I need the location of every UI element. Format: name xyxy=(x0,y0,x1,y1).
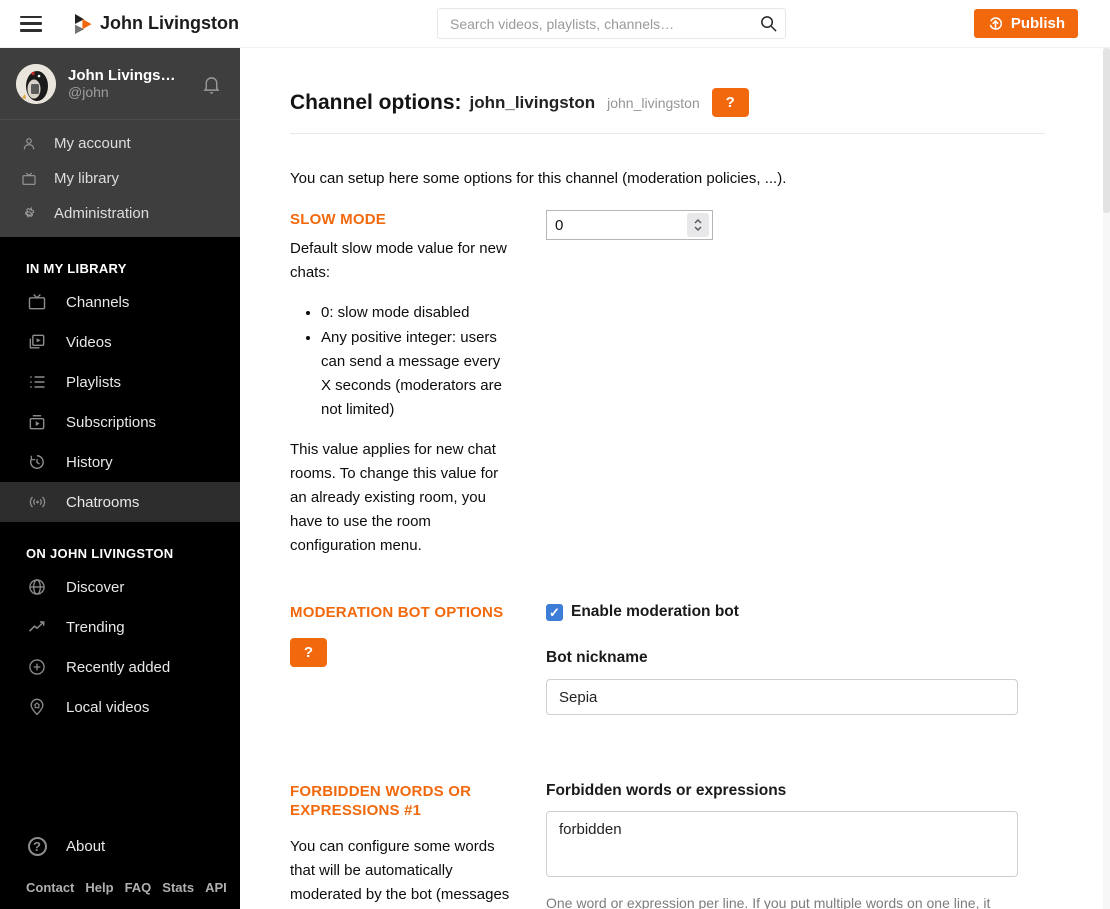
footer-link-help[interactable]: Help xyxy=(85,880,113,895)
publish-label: Publish xyxy=(1010,15,1065,32)
tv-icon xyxy=(26,292,48,312)
number-spinner[interactable] xyxy=(687,213,709,237)
bot-nickname-label: Bot nickname xyxy=(546,649,648,666)
sidebar-item-my-library[interactable]: My library xyxy=(0,161,240,196)
slow-mode-value: 0 xyxy=(555,216,564,234)
subscriptions-icon xyxy=(26,412,48,432)
channel-name: john_livingston xyxy=(469,92,596,112)
sidebar-item-trending[interactable]: Trending xyxy=(0,607,240,647)
sidebar: John Livingston @john My account My libr… xyxy=(0,48,240,909)
sidebar-item-my-account[interactable]: My account xyxy=(0,126,240,161)
upload-icon xyxy=(987,15,1004,32)
slow-mode-bullets: 0: slow mode disabled Any positive integ… xyxy=(290,301,514,422)
home-pin-icon xyxy=(26,697,48,717)
sidebar-item-label: Playlists xyxy=(66,373,122,391)
sidebar-item-label: Recently added xyxy=(66,658,171,676)
user-display-name: John Livingston xyxy=(68,67,180,84)
sidebar-item-subscriptions[interactable]: Subscriptions xyxy=(0,402,240,442)
history-clock-icon xyxy=(26,452,48,472)
sidebar-item-recently-added[interactable]: Recently added xyxy=(0,647,240,687)
sidebar-item-label: My account xyxy=(54,135,131,152)
intro-text: You can setup here some options for this… xyxy=(290,170,787,187)
question-circle-icon: ? xyxy=(26,836,48,856)
sidebar-item-label: Discover xyxy=(66,578,125,596)
sidebar-item-local-videos[interactable]: Local videos xyxy=(0,687,240,727)
sidebar-item-label: My library xyxy=(54,170,120,187)
channel-help-button[interactable]: ? xyxy=(711,88,749,117)
channel-handle: john_livingston xyxy=(607,94,700,111)
user-menu[interactable]: John Livingston @john xyxy=(0,48,240,120)
enable-bot-checkbox[interactable]: ✓ xyxy=(546,603,563,621)
menu-toggle-icon[interactable] xyxy=(20,15,42,32)
moderation-bot-help-button[interactable]: ? xyxy=(290,638,327,667)
sidebar-item-label: Channels xyxy=(66,293,130,311)
footer-link-api[interactable]: API xyxy=(205,880,227,895)
page-title: Channel options: xyxy=(290,90,462,114)
sidebar-item-label: About xyxy=(66,837,106,855)
bullet-item: 0: slow mode disabled xyxy=(321,301,514,325)
bot-nickname-input[interactable] xyxy=(546,679,1018,715)
footer-link-contact[interactable]: Contact xyxy=(26,880,74,895)
sidebar-item-playlists[interactable]: Playlists xyxy=(0,362,240,402)
broadcast-icon xyxy=(26,492,48,512)
moderation-bot-heading: MODERATION BOT OPTIONS xyxy=(290,604,504,621)
top-header: John Livingston Publish xyxy=(0,0,1110,48)
person-icon xyxy=(20,136,38,152)
sidebar-item-label: Subscriptions xyxy=(66,413,157,431)
moderation-bot-section: MODERATION BOT OPTIONS ? ✓ Enable modera… xyxy=(290,603,1045,715)
instance-title[interactable]: John Livingston xyxy=(100,13,239,34)
globe-icon xyxy=(26,577,48,597)
scrollbar-track[interactable] xyxy=(1103,48,1110,909)
videos-icon xyxy=(26,332,48,352)
title-divider xyxy=(290,133,1045,134)
section-title-on-instance: ON JOHN LIVINGSTON xyxy=(26,546,174,561)
tv-icon xyxy=(20,171,38,187)
forbidden-words-hint: One word or expression per line. If you … xyxy=(546,895,991,909)
plus-circle-icon xyxy=(26,657,48,677)
sidebar-footer: Contact Help FAQ Stats API xyxy=(0,866,240,899)
scrollbar-thumb[interactable] xyxy=(1103,48,1110,213)
footer-link-stats[interactable]: Stats xyxy=(162,880,194,895)
forbidden-words-heading: FORBIDDEN WORDS OR EXPRESSIONS #1 xyxy=(290,783,472,819)
search-icon[interactable] xyxy=(759,14,778,33)
peertube-logo-icon[interactable] xyxy=(72,13,94,35)
search-box xyxy=(437,8,786,39)
sidebar-item-chatrooms[interactable]: Chatrooms xyxy=(0,482,240,522)
publish-button[interactable]: Publish xyxy=(973,9,1078,38)
main-content: Channel options: john_livingston john_li… xyxy=(240,48,1110,909)
sidebar-item-about[interactable]: ? About xyxy=(0,826,240,866)
sidebar-item-label: Chatrooms xyxy=(66,493,140,511)
slow-mode-heading: SLOW MODE xyxy=(290,211,386,228)
sidebar-item-label: History xyxy=(66,453,113,471)
search-input[interactable] xyxy=(437,8,786,39)
sidebar-item-label: Videos xyxy=(66,333,112,351)
trending-icon xyxy=(26,617,48,637)
sidebar-item-discover[interactable]: Discover xyxy=(0,567,240,607)
sidebar-item-label: Trending xyxy=(66,618,125,636)
sidebar-item-label: Administration xyxy=(54,205,150,222)
footer-link-faq[interactable]: FAQ xyxy=(125,880,152,895)
gear-icon xyxy=(20,206,38,222)
bullet-item: Any positive integer: users can send a m… xyxy=(321,326,514,422)
slow-mode-number-input[interactable]: 0 xyxy=(546,210,713,240)
sidebar-item-label: Local videos xyxy=(66,698,150,716)
avatar xyxy=(16,63,56,104)
section-title-in-my-library: IN MY LIBRARY xyxy=(26,261,127,276)
forbidden-words-section: FORBIDDEN WORDS OR EXPRESSIONS #1 You ca… xyxy=(290,782,1045,909)
slow-mode-description: Default slow mode value for new chats: xyxy=(290,240,507,281)
forbidden-words-description: You can configure some words that will b… xyxy=(290,838,510,903)
user-handle: @john xyxy=(68,84,109,100)
sidebar-item-history[interactable]: History xyxy=(0,442,240,482)
playlist-icon xyxy=(26,372,48,392)
sidebar-item-channels[interactable]: Channels xyxy=(0,282,240,322)
slow-mode-note: This value applies for new chat rooms. T… xyxy=(290,441,499,554)
sidebar-item-videos[interactable]: Videos xyxy=(0,322,240,362)
enable-bot-label: Enable moderation bot xyxy=(571,603,739,620)
sidebar-item-administration[interactable]: Administration xyxy=(0,196,240,231)
forbidden-words-label: Forbidden words or expressions xyxy=(546,782,787,799)
notifications-bell-icon[interactable] xyxy=(201,73,222,95)
slow-mode-section: SLOW MODE Default slow mode value for ne… xyxy=(290,210,1045,558)
forbidden-words-textarea[interactable]: forbidden xyxy=(546,811,1018,877)
